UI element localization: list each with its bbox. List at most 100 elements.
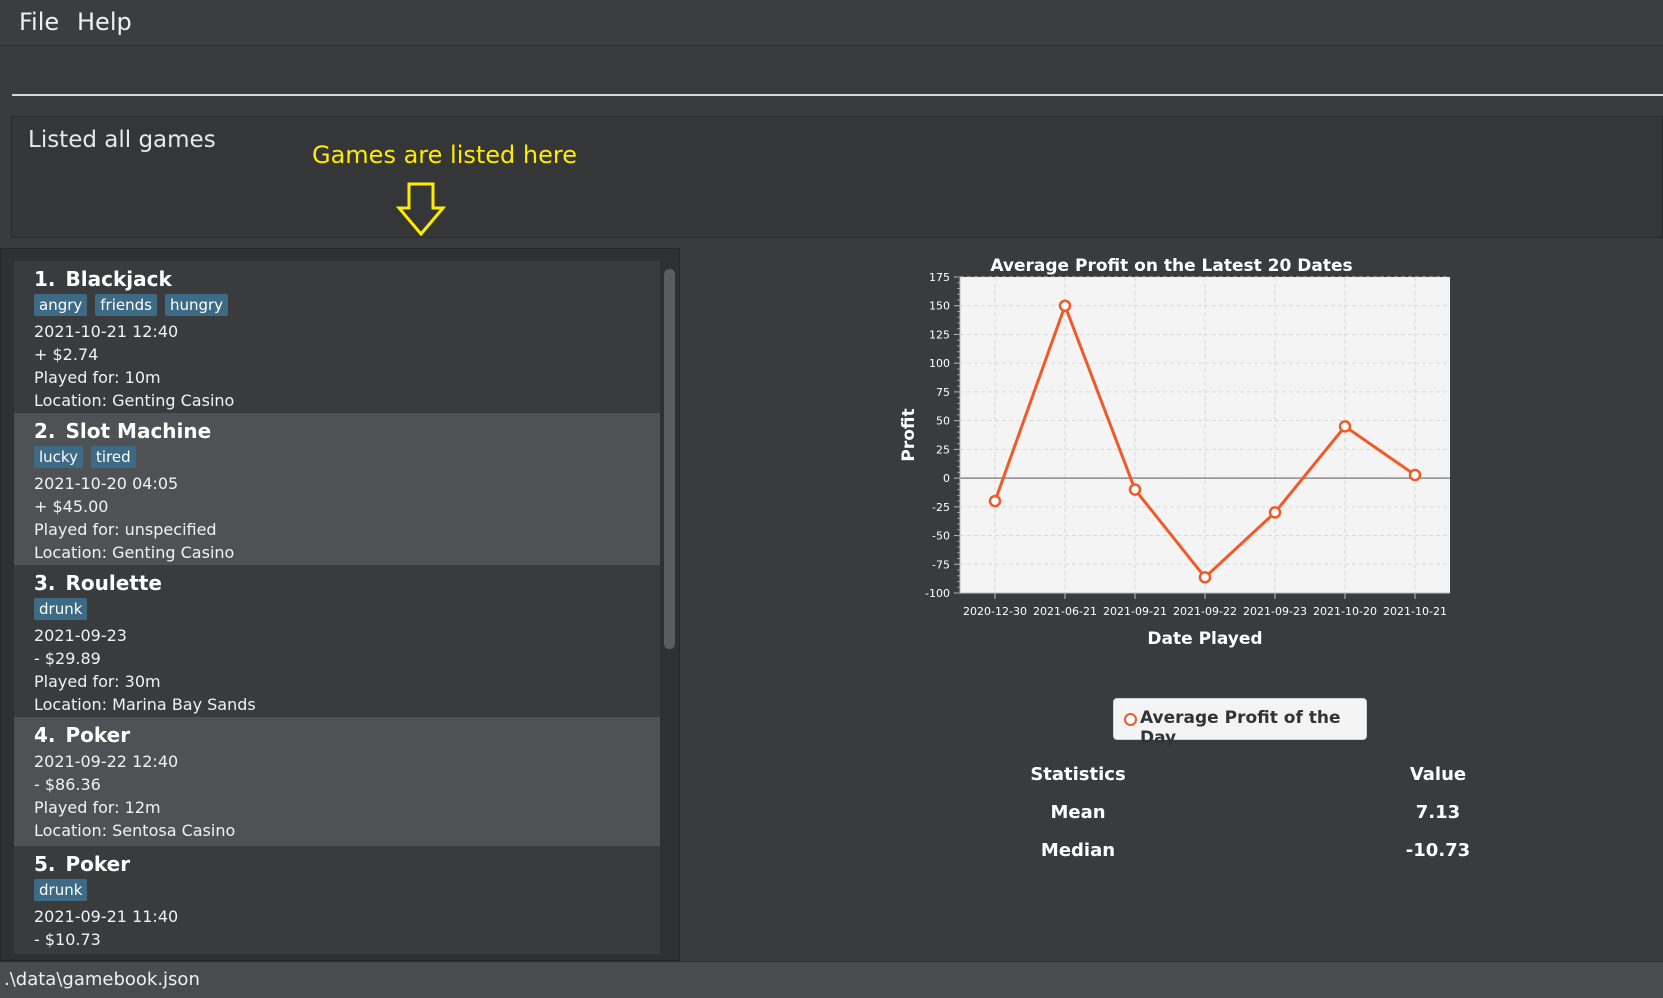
tag-list: angry friends hungry [34, 294, 660, 320]
game-profit: + $45.00 [34, 497, 109, 516]
command-box [0, 46, 1663, 104]
save-location: .\data\gamebook.json [4, 969, 200, 990]
x-tick-label: 2021-09-23 [1243, 605, 1307, 618]
profit-line-chart: 175 150 125 100 75 50 25 0 -25 -50 -75 -100 2020-12-… [899, 271, 1450, 649]
data-point [988, 494, 1002, 508]
data-point [1338, 420, 1352, 433]
game-name: Poker [65, 723, 131, 747]
y-tick-label: 175 [929, 271, 950, 284]
tag-list: drunk [34, 879, 660, 905]
game-index: 2. [34, 419, 56, 443]
menu-help[interactable]: Help [77, 8, 132, 36]
game-card[interactable]: 2. Slot Machine lucky tired 2021-10-20 04:05… [14, 413, 660, 565]
game-profit: - $86.36 [34, 775, 101, 794]
y-tick-label: 125 [929, 328, 950, 341]
x-axis-label: Date Played [1147, 629, 1262, 649]
tag-chip: lucky [34, 446, 83, 468]
arrow-down-icon [396, 182, 446, 237]
game-datetime: 2021-10-20 04:05 [34, 474, 179, 493]
game-name: Blackjack [65, 267, 172, 291]
game-profit: + $2.74 [34, 345, 99, 364]
scrollbar-thumb[interactable] [664, 269, 675, 649]
tag-list: drunk [34, 598, 660, 624]
y-axis-label: Profit [899, 408, 919, 461]
game-index: 3. [34, 571, 56, 595]
tag-chip: drunk [34, 598, 88, 620]
y-tick-label: -25 [932, 501, 950, 514]
game-datetime: 2021-09-22 12:40 [34, 752, 179, 771]
x-tick-label: 2021-10-21 [1383, 605, 1447, 618]
game-index: 4. [34, 723, 56, 747]
menu-bar: File Help [0, 0, 1663, 46]
game-profit: - $29.89 [34, 649, 101, 668]
game-card[interactable]: 5. Poker drunk 2021-09-21 11:40 - $10.73 [14, 846, 660, 954]
y-tick-label: -75 [932, 558, 950, 571]
y-tick-label: 25 [936, 443, 950, 456]
game-location: Location: Marina Bay Sands [34, 695, 256, 714]
game-title: 1. Blackjack [34, 261, 660, 294]
y-tick-label: 75 [936, 386, 950, 399]
y-tick-label: 50 [936, 415, 950, 428]
data-point [1128, 483, 1142, 496]
x-tick-label: 2021-06-21 [1033, 605, 1097, 618]
game-profit: - $10.73 [34, 930, 101, 949]
game-card[interactable]: 4. Poker 2021-09-22 12:40 - $86.36 Played fo… [14, 717, 660, 846]
y-tick-label: 100 [929, 357, 950, 370]
status-bar: .\data\gamebook.json [0, 961, 1663, 998]
game-title: 5. Poker [34, 846, 660, 879]
game-datetime: 2021-10-21 12:40 [34, 322, 179, 341]
command-input[interactable] [12, 54, 1663, 96]
game-duration: Played for: 12m [34, 798, 161, 817]
tag-list: lucky tired [34, 446, 660, 472]
game-location: Location: Sentosa Casino [34, 821, 236, 840]
stats-row-label: Median [1040, 840, 1116, 861]
tag-chip: hungry [164, 294, 229, 316]
y-tick-label: 150 [929, 300, 950, 313]
stats-row-value: 7.13 [1415, 802, 1461, 823]
result-display: Listed all games [11, 116, 1663, 238]
game-card[interactable]: 1. Blackjack angry friends hungry 2021-10-21 … [14, 261, 660, 413]
x-tick-label: 2021-09-22 [1173, 605, 1237, 618]
stats-header-value: Value [1409, 764, 1467, 785]
legend-label: Average Profit of the Day [1140, 708, 1341, 748]
game-duration: Played for: 30m [34, 672, 161, 691]
game-datetime: 2021-09-23 [34, 626, 127, 645]
chart-legend: Average Profit of the Day [1113, 698, 1367, 748]
game-title: 4. Poker [34, 717, 660, 750]
game-title: 2. Slot Machine [34, 413, 660, 446]
y-tick-label: -50 [932, 530, 950, 543]
game-card[interactable]: 3. Roulette drunk 2021-09-23 - $29.89 Played … [14, 565, 660, 717]
game-title: 3. Roulette [34, 565, 660, 598]
game-datetime: 2021-09-21 11:40 [34, 907, 179, 926]
y-tick-label: 0 [943, 472, 950, 485]
game-location: Location: Genting Casino [34, 391, 235, 410]
statistics-panel: Average Profit on the Latest 20 Dates 17… [680, 248, 1663, 961]
x-tick-label: 2021-10-20 [1313, 605, 1377, 618]
data-point [1058, 299, 1072, 312]
tag-chip: friends [95, 294, 157, 316]
data-point [1268, 506, 1282, 519]
data-point [1408, 468, 1422, 482]
menu-file[interactable]: File [19, 8, 59, 36]
tag-chip: drunk [34, 879, 88, 901]
tag-chip: angry [34, 294, 88, 316]
game-index: 5. [34, 852, 56, 876]
x-tick-label: 2020-12-30 [963, 605, 1027, 618]
game-index: 1. [34, 267, 56, 291]
stats-row-value: -10.73 [1405, 840, 1471, 861]
x-tick-label: 2021-09-21 [1103, 605, 1167, 618]
game-location: Location: Genting Casino [34, 543, 235, 562]
annotation-label: Games are listed here [312, 141, 577, 169]
stats-row-label: Mean [1050, 802, 1106, 823]
game-list-panel: 1. Blackjack angry friends hungry 2021-10-21 … [0, 248, 680, 961]
game-list[interactable]: 1. Blackjack angry friends hungry 2021-10-21 … [14, 261, 660, 954]
game-name: Poker [65, 852, 131, 876]
game-duration: Played for: unspecified [34, 520, 217, 539]
y-tick-label: -100 [925, 587, 950, 600]
legend-marker-icon [1124, 713, 1137, 726]
game-duration: Played for: 10m [34, 368, 161, 387]
game-name: Slot Machine [65, 419, 212, 443]
game-name: Roulette [65, 571, 162, 595]
tag-chip: tired [90, 446, 136, 468]
stats-header-label: Statistics [1030, 764, 1126, 785]
